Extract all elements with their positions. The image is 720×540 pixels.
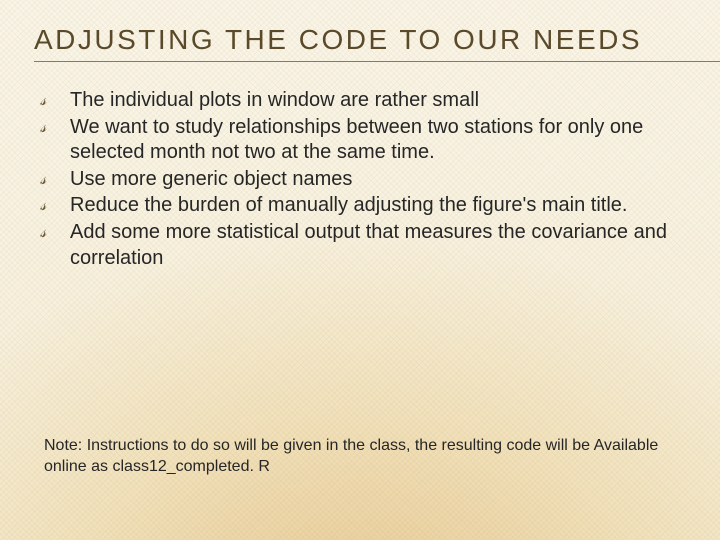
bullet-list: 𝓈 The individual plots in window are rat… xyxy=(34,88,686,271)
footer-note: Note: Instructions to do so will be give… xyxy=(44,436,676,478)
slide-title: ADJUSTING THE CODE TO OUR NEEDS xyxy=(34,24,686,62)
bullet-icon: 𝓈 xyxy=(40,91,60,109)
bullet-text: Add some more statistical output that me… xyxy=(70,221,667,269)
bullet-icon: 𝓈 xyxy=(40,118,60,136)
list-item: 𝓈 We want to study relationships between… xyxy=(40,115,686,166)
bullet-icon: 𝓈 xyxy=(40,170,60,188)
bullet-icon: 𝓈 xyxy=(40,223,60,241)
bullet-text: The individual plots in window are rathe… xyxy=(70,89,479,111)
bullet-text: We want to study relationships between t… xyxy=(70,116,643,164)
bullet-text: Use more generic object names xyxy=(70,168,352,190)
list-item: 𝓈 Reduce the burden of manually adjustin… xyxy=(40,193,686,219)
bullet-text: Reduce the burden of manually adjusting … xyxy=(70,194,627,216)
bullet-icon: 𝓈 xyxy=(40,196,60,214)
list-item: 𝓈 The individual plots in window are rat… xyxy=(40,88,686,114)
list-item: 𝓈 Add some more statistical output that … xyxy=(40,220,686,271)
list-item: 𝓈 Use more generic object names xyxy=(40,167,686,193)
slide: ADJUSTING THE CODE TO OUR NEEDS 𝓈 The in… xyxy=(0,0,720,540)
